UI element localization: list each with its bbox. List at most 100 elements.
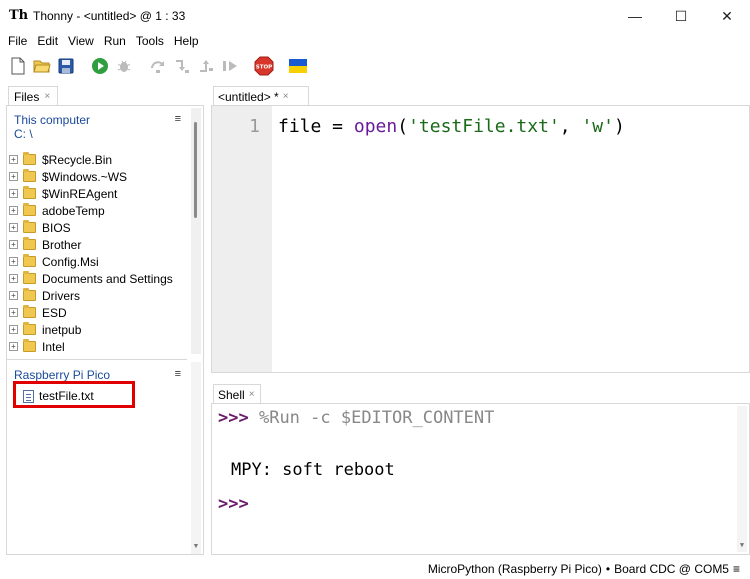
computer-scrollbar[interactable] xyxy=(191,108,201,354)
menu-run[interactable]: Run xyxy=(99,34,131,48)
status-separator: • xyxy=(605,562,611,576)
tab-files[interactable]: Files × xyxy=(8,86,58,106)
expand-icon[interactable]: + xyxy=(9,325,18,334)
tree-folder-adobetemp[interactable]: + adobeTemp xyxy=(9,202,193,219)
expand-icon[interactable]: + xyxy=(9,342,18,351)
menu-edit[interactable]: Edit xyxy=(32,34,63,48)
save-icon[interactable] xyxy=(56,56,76,76)
maximize-button[interactable]: ☐ xyxy=(658,0,704,32)
scroll-down-icon[interactable]: ▼ xyxy=(738,541,746,549)
folder-label: BIOS xyxy=(42,220,71,235)
folder-icon xyxy=(23,220,36,233)
debug-icon[interactable] xyxy=(114,56,134,76)
tab-untitled[interactable]: <untitled> * × xyxy=(213,86,309,106)
open-file-icon[interactable] xyxy=(32,56,52,76)
tree-folder-windows-ws[interactable]: + $Windows.~WS xyxy=(9,168,193,185)
expand-icon[interactable]: + xyxy=(9,155,18,164)
folder-icon xyxy=(23,305,36,318)
code-token: , xyxy=(559,116,582,137)
pico-scrollbar[interactable]: ▼ xyxy=(191,362,201,554)
tab-untitled-label: <untitled> * xyxy=(218,89,279,104)
run-icon[interactable] xyxy=(90,56,110,76)
code-editor[interactable]: 1 file = open('testFile.txt', 'w') xyxy=(211,105,750,373)
code-line-1[interactable]: file = open('testFile.txt', 'w') xyxy=(278,116,625,137)
tree-folder-recycle-bin[interactable]: + $Recycle.Bin xyxy=(9,151,193,168)
shell-output: MPY: soft reboot xyxy=(231,460,395,480)
tab-shell[interactable]: Shell × xyxy=(213,384,261,404)
expand-icon[interactable]: + xyxy=(9,189,18,198)
shell-prompt: >>> xyxy=(218,494,249,514)
step-into-icon[interactable] xyxy=(172,56,192,76)
tree-folder-drivers[interactable]: + Drivers xyxy=(9,287,193,304)
pane-divider[interactable] xyxy=(7,359,187,360)
tab-untitled-close-icon[interactable]: × xyxy=(283,91,289,102)
this-computer-heading: This computer xyxy=(14,113,91,127)
menu-help[interactable]: Help xyxy=(169,34,204,48)
step-out-icon[interactable] xyxy=(196,56,216,76)
code-token-string: 'testFile.txt' xyxy=(408,116,560,137)
folder-label: $WinREAgent xyxy=(42,186,118,201)
shell-run-line: >>> %Run -c $EDITOR_CONTENT xyxy=(218,408,494,428)
computer-file-tree: + $Recycle.Bin + $Windows.~WS + $WinREAgent… xyxy=(9,151,193,355)
status-menu-icon[interactable]: ≡ xyxy=(733,562,740,576)
tree-folder-winreagent[interactable]: + $WinREAgent xyxy=(9,185,193,202)
folder-icon xyxy=(23,254,36,267)
tree-folder-inetpub[interactable]: + inetpub xyxy=(9,321,193,338)
folder-icon xyxy=(23,322,36,335)
expand-icon[interactable]: + xyxy=(9,308,18,317)
folder-icon xyxy=(23,288,36,301)
tree-folder-bios[interactable]: + BIOS xyxy=(9,219,193,236)
tree-folder-intel[interactable]: + Intel xyxy=(9,338,193,355)
tab-shell-close-icon[interactable]: × xyxy=(249,389,255,400)
files-panel: This computer C: \ ≡ + $Recycle.Bin + $Win… xyxy=(6,105,204,555)
ukraine-flag-icon[interactable] xyxy=(288,56,308,76)
step-over-icon[interactable] xyxy=(148,56,168,76)
shell-input-line[interactable]: >>> xyxy=(218,494,249,514)
tree-folder-esd[interactable]: + ESD xyxy=(9,304,193,321)
close-button[interactable]: ✕ xyxy=(704,0,750,32)
menu-file[interactable]: File xyxy=(3,34,32,48)
new-file-icon[interactable] xyxy=(8,56,28,76)
code-token-string: 'w' xyxy=(581,116,614,137)
shell-scrollbar[interactable]: ▼ xyxy=(737,406,747,552)
line-number-gutter: 1 xyxy=(212,106,272,372)
expand-icon[interactable]: + xyxy=(9,274,18,283)
folder-label: ESD xyxy=(42,305,67,320)
computer-scroll-thumb[interactable] xyxy=(194,122,197,218)
folder-icon xyxy=(23,186,36,199)
folder-label: Documents and Settings xyxy=(42,271,173,286)
folder-label: $Recycle.Bin xyxy=(42,152,113,167)
tree-folder-documents-and-settings[interactable]: + Documents and Settings xyxy=(9,270,193,287)
shell-console[interactable]: >>> %Run -c $EDITOR_CONTENT MPY: soft re… xyxy=(211,403,750,555)
resume-icon[interactable] xyxy=(220,56,240,76)
interpreter-status[interactable]: MicroPython (Raspberry Pi Pico) xyxy=(428,562,602,576)
folder-icon xyxy=(23,339,36,352)
folder-icon xyxy=(23,237,36,250)
stop-icon[interactable]: STOP xyxy=(254,56,274,76)
scroll-down-icon[interactable]: ▼ xyxy=(192,543,200,551)
expand-icon[interactable]: + xyxy=(9,257,18,266)
tab-shell-label: Shell xyxy=(218,387,245,402)
expand-icon[interactable]: + xyxy=(9,206,18,215)
folder-icon xyxy=(23,203,36,216)
toolbar: STOP xyxy=(0,52,750,80)
tree-folder-brother[interactable]: + Brother xyxy=(9,236,193,253)
folder-icon xyxy=(23,271,36,284)
folder-label: Config.Msi xyxy=(42,254,99,269)
expand-icon[interactable]: + xyxy=(9,223,18,232)
minimize-button[interactable]: — xyxy=(612,0,658,32)
tree-folder-config-msi[interactable]: + Config.Msi xyxy=(9,253,193,270)
code-token: ) xyxy=(613,116,625,137)
expand-icon[interactable]: + xyxy=(9,172,18,181)
expand-icon[interactable]: + xyxy=(9,240,18,249)
menu-tools[interactable]: Tools xyxy=(131,34,169,48)
port-status[interactable]: Board CDC @ COM5 xyxy=(614,562,729,576)
folder-icon xyxy=(23,152,36,165)
pico-menu-icon[interactable]: ≡ xyxy=(175,368,181,380)
tab-files-close-icon[interactable]: × xyxy=(44,91,50,102)
computer-path[interactable]: C: \ xyxy=(14,127,33,141)
expand-icon[interactable]: + xyxy=(9,291,18,300)
computer-menu-icon[interactable]: ≡ xyxy=(175,113,181,125)
menu-view[interactable]: View xyxy=(63,34,99,48)
status-bar: MicroPython (Raspberry Pi Pico) • Board … xyxy=(0,559,750,579)
